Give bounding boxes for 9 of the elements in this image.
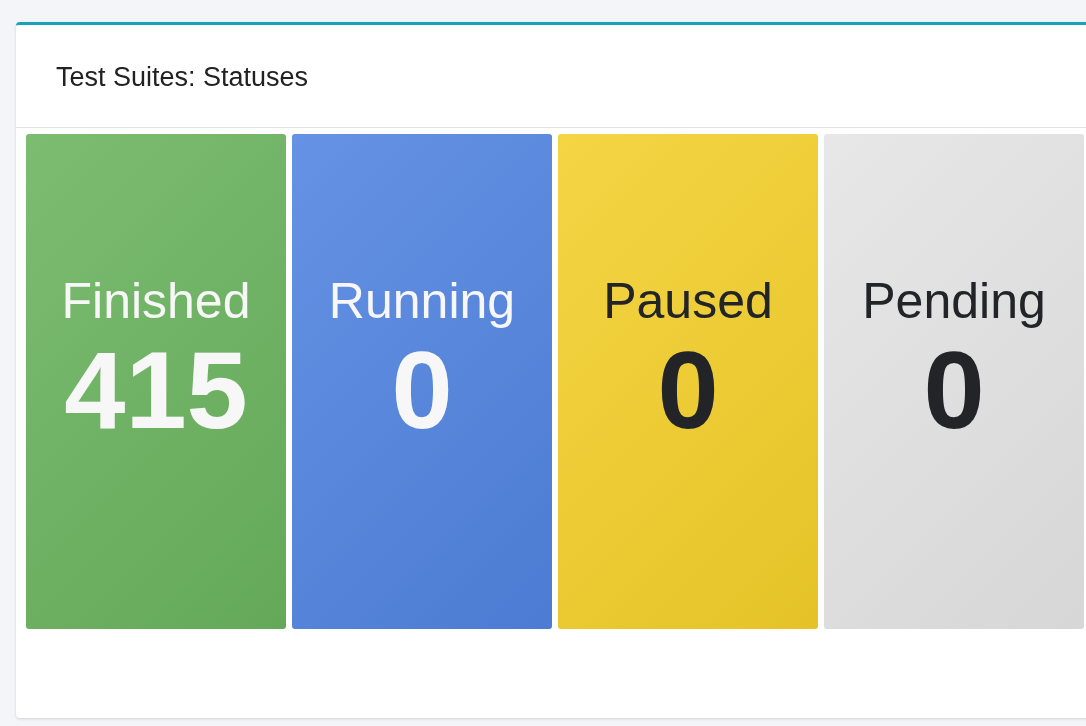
status-count: 0 <box>923 328 985 450</box>
status-label: Finished <box>61 273 251 329</box>
status-count: 0 <box>391 328 453 450</box>
status-count: 415 <box>64 328 248 450</box>
status-count: 0 <box>657 328 719 450</box>
status-label: Pending <box>862 273 1046 329</box>
status-label: Running <box>328 273 516 329</box>
card-title: Test Suites: Statuses <box>56 61 309 93</box>
status-label: Paused <box>603 273 773 329</box>
